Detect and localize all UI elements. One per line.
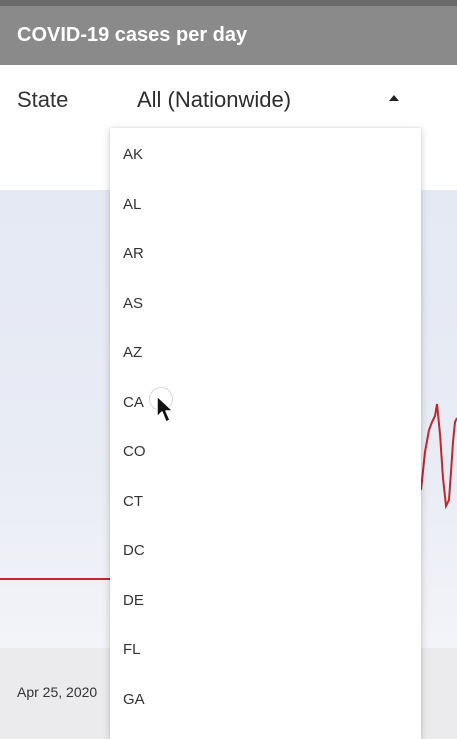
state-select[interactable]: All (Nationwide) [137,87,405,117]
dropdown-option-dc[interactable]: DC [110,531,421,571]
state-dropdown-menu[interactable]: AK AL AR AS AZ CA CO CT DC DE FL GA [110,128,421,739]
dropdown-option-ak[interactable]: AK [110,135,421,175]
dropdown-option-ga[interactable]: GA [110,680,421,720]
dropdown-option-az[interactable]: AZ [110,333,421,373]
dropdown-option-as[interactable]: AS [110,284,421,324]
dropdown-option-de[interactable]: DE [110,581,421,621]
app-header: COVID-19 cases per day [0,6,457,65]
state-label: State [17,87,69,112]
x-axis-tick-label: Apr 25, 2020 [17,684,98,700]
dropdown-option-ct[interactable]: CT [110,482,421,522]
dropdown-option-co[interactable]: CO [110,432,421,472]
cases-line-oscillation [420,403,457,510]
mouse-pointer-icon [156,395,174,423]
state-select-value: All (Nationwide) [137,87,292,112]
dropdown-option-fl[interactable]: FL [110,630,421,670]
page-title: COVID-19 cases per day [17,24,248,46]
arrow-up-icon[interactable] [389,95,399,101]
dropdown-option-al[interactable]: AL [110,185,421,225]
dropdown-option-ar[interactable]: AR [110,234,421,274]
